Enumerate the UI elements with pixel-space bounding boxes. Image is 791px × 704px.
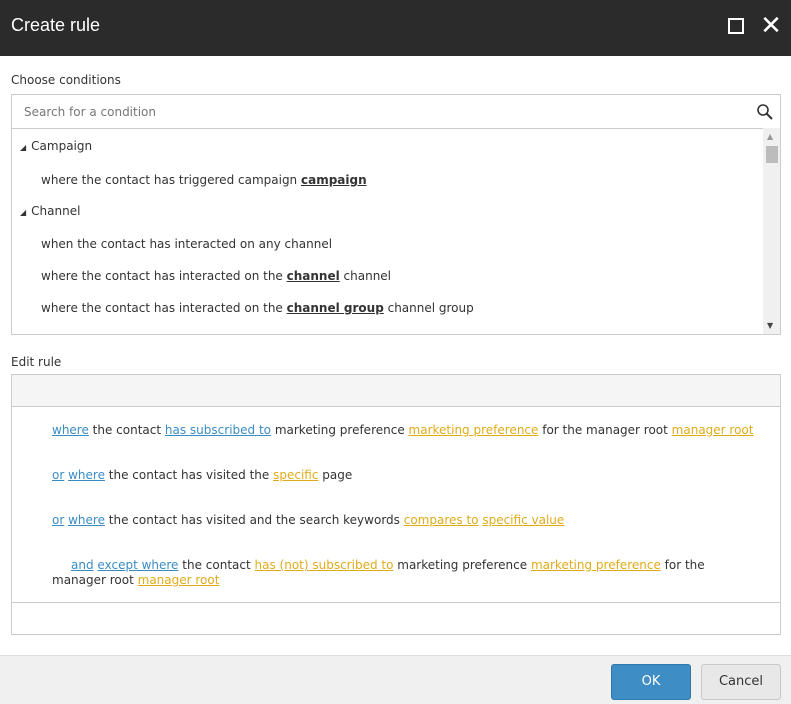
maximize-icon[interactable] <box>724 14 750 40</box>
rule-line: where the contact has subscribed to mark… <box>52 423 762 438</box>
rule-link[interactable]: marketing preference <box>531 558 661 572</box>
rule-link[interactable]: and <box>71 558 94 572</box>
rule-line: and except where the contact has (not) s… <box>52 558 762 588</box>
expand-triangle-icon: ◢ <box>20 143 27 152</box>
group-campaign[interactable]: ◢ Campaign <box>20 139 92 153</box>
list-scrollbar[interactable]: ▲ ▼ <box>763 128 780 334</box>
rule-link[interactable]: compares to <box>404 513 479 527</box>
rule-link[interactable]: specific value <box>482 513 564 527</box>
condition-text: where the contact has interacted on the <box>41 269 287 283</box>
rule-link[interactable]: manager root <box>672 423 754 437</box>
rule-text: the contact has visited and the search k… <box>104 513 404 527</box>
rule-editor-footer <box>12 602 780 634</box>
condition-parameter: campaign <box>300 173 367 187</box>
condition-text: channel <box>339 269 392 283</box>
condition-text: where the contact has triggered campaign <box>41 173 301 187</box>
rule-link[interactable]: where <box>52 423 89 437</box>
rule-line: or where the contact has visited the spe… <box>52 468 762 483</box>
rule-text: marketing preference <box>271 423 409 437</box>
rule-link[interactable]: or <box>52 513 64 527</box>
group-label: Campaign <box>31 139 93 153</box>
rule-link[interactable]: or <box>52 468 64 482</box>
rule-text: the contact <box>88 423 165 437</box>
ok-button[interactable]: OK <box>611 664 691 700</box>
expand-triangle-icon: ◢ <box>20 208 27 217</box>
rule-link[interactable]: specific <box>273 468 318 482</box>
search-input[interactable] <box>12 95 732 128</box>
condition-parameter: channel group <box>286 301 384 315</box>
rule-editor-toolbar <box>12 375 780 407</box>
cancel-button[interactable]: Cancel <box>701 664 781 700</box>
rule-link[interactable]: has subscribed to <box>165 423 271 437</box>
group-channel[interactable]: ◢ Channel <box>20 204 80 218</box>
rule-editor: where the contact has subscribed to mark… <box>11 374 781 635</box>
dialog-footer: OK Cancel <box>0 655 791 704</box>
choose-conditions-label: Choose conditions <box>11 73 121 87</box>
close-icon[interactable]: ✕ <box>758 13 784 40</box>
rule-text: page <box>318 468 353 482</box>
rule-link[interactable]: manager root <box>138 573 220 587</box>
condition-item[interactable]: when the contact has interacted on any c… <box>41 237 332 251</box>
dialog-header: Create rule ✕ <box>0 0 791 56</box>
condition-item[interactable]: where the contact has interacted on the … <box>41 301 474 315</box>
rule-text: the contact has visited the <box>104 468 274 482</box>
edit-rule-label: Edit rule <box>11 355 62 369</box>
condition-search <box>11 94 781 129</box>
condition-text: when the contact has interacted on any c… <box>41 237 333 251</box>
scroll-up-icon[interactable]: ▲ <box>767 132 773 141</box>
rule-text: for the manager root <box>538 423 672 437</box>
rule-link[interactable]: marketing preference <box>409 423 539 437</box>
rule-link[interactable]: where <box>68 468 105 482</box>
condition-list: ◢ Campaign where the contact has triggere… <box>11 128 781 335</box>
rule-text: marketing preference <box>393 558 531 572</box>
rule-link[interactable]: has (not) subscribed to <box>255 558 394 572</box>
rule-line: or where the contact has visited and the… <box>52 513 762 528</box>
condition-text: where the contact has interacted on the <box>41 301 287 315</box>
rule-link[interactable]: except where <box>97 558 178 572</box>
group-label: Channel <box>31 204 81 218</box>
scrollbar-thumb[interactable] <box>766 146 778 163</box>
rule-text: the contact <box>178 558 255 572</box>
condition-parameter: channel <box>286 269 340 283</box>
dialog-title: Create rule <box>11 15 101 35</box>
condition-text: channel group <box>383 301 474 315</box>
rule-link[interactable]: where <box>68 513 105 527</box>
search-icon[interactable] <box>756 103 774 121</box>
condition-item[interactable]: where the contact has triggered campaign… <box>41 173 367 187</box>
condition-item[interactable]: where the contact has interacted on the … <box>41 269 391 283</box>
scroll-down-icon[interactable]: ▼ <box>767 321 773 330</box>
